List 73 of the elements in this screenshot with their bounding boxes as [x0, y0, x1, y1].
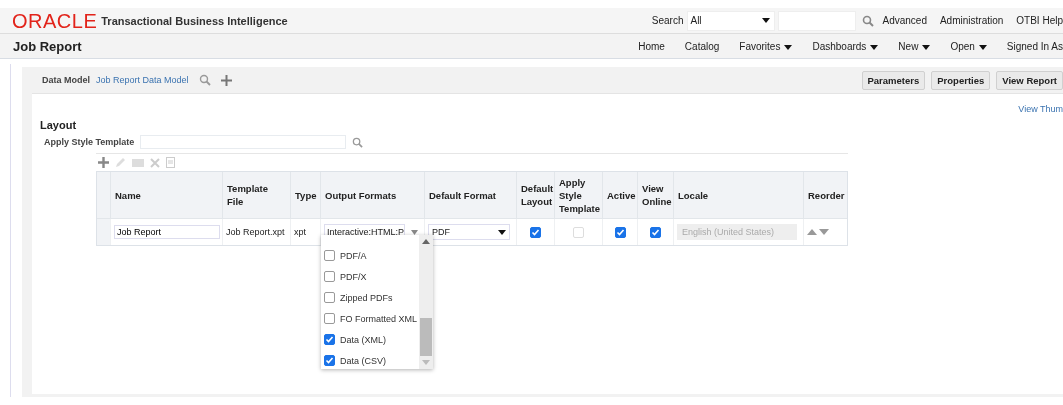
move-up-icon[interactable] [807, 229, 817, 235]
checkbox[interactable] [324, 250, 335, 261]
column-header: Apply Style Template [554, 172, 602, 218]
action-button[interactable]: View Report [996, 70, 1063, 90]
name-field[interactable]: Job Report [114, 225, 220, 239]
format-option[interactable]: Data (XML) [321, 329, 419, 350]
column-header: Locale [673, 172, 803, 218]
format-option[interactable]: Data (CSV) [321, 350, 419, 371]
nav-menu[interactable]: Dashboards [812, 40, 879, 52]
default-format-dropdown[interactable]: PDF [428, 224, 510, 240]
search-icon[interactable] [352, 136, 364, 148]
section-title: Layout [40, 119, 78, 131]
nav-menu[interactable]: Open [950, 40, 987, 52]
move-down-icon[interactable] [819, 229, 829, 235]
header-link[interactable]: OTBI Help [1016, 15, 1063, 26]
table-cell: xpt [294, 227, 306, 237]
format-option[interactable]: PDF/A [321, 245, 419, 266]
column-header: Default Format [424, 172, 516, 218]
caret-icon[interactable] [870, 44, 879, 50]
column-header: Active [602, 172, 637, 218]
search-icon[interactable] [862, 14, 875, 27]
table-cell: Job Report.xpt [226, 227, 285, 237]
action-button[interactable]: Properties [931, 70, 991, 90]
view-thumbnails-link[interactable]: View Thum [1018, 104, 1063, 118]
header-link[interactable]: Administration [939, 15, 1004, 26]
data-model-link[interactable]: Job Report Data Model [96, 75, 189, 85]
format-option[interactable]: Zipped PDFs [321, 287, 419, 308]
delete-icon[interactable] [150, 157, 160, 168]
scroll-down-icon[interactable] [422, 360, 430, 365]
caret-icon[interactable] [784, 44, 793, 50]
column-header: View Online [637, 172, 673, 218]
nav-menu[interactable]: Favorites [739, 40, 793, 52]
locale-field: English (United States) [677, 224, 797, 240]
column-header: Name [110, 172, 222, 218]
checkbox[interactable] [324, 271, 335, 282]
oracle-logo: ORACLE [12, 10, 98, 31]
nav-menu[interactable]: Signed In As [1006, 40, 1063, 52]
nav-menu[interactable]: Home [638, 40, 665, 52]
scroll-thumb[interactable] [420, 318, 432, 356]
nav-menu[interactable]: Catalog [684, 40, 720, 52]
search-label: Search [651, 15, 684, 26]
checkbox[interactable] [530, 226, 541, 238]
checkbox[interactable] [614, 226, 626, 238]
checkbox[interactable] [324, 334, 335, 345]
header-link[interactable]: Advanced [882, 15, 927, 26]
add-icon[interactable] [98, 157, 109, 168]
checkbox[interactable] [324, 313, 335, 324]
format-option[interactable]: FO Formatted XML [321, 308, 419, 329]
nav-menu[interactable]: New [898, 40, 931, 52]
product-name: Transactional Business Intelligence [101, 14, 288, 27]
style-template-label: Apply Style Template [44, 137, 135, 147]
caret-icon[interactable] [498, 229, 506, 235]
action-button[interactable]: Parameters [861, 70, 926, 90]
column-header: Template File [222, 172, 290, 218]
caret-icon[interactable] [762, 18, 771, 23]
search-icon[interactable] [198, 74, 211, 86]
search-scope-dropdown[interactable]: All [687, 10, 776, 31]
data-model-label: Data Model [42, 75, 90, 85]
checkbox[interactable] [650, 226, 661, 238]
column-header: Default Layout [516, 172, 554, 218]
column-header: Reorder [803, 172, 847, 218]
column-header: Type [290, 172, 320, 218]
caret-icon[interactable] [978, 44, 987, 50]
scrollbar[interactable] [419, 235, 433, 369]
format-option[interactable]: PDF/X [321, 266, 419, 287]
column-header: Output Formats [320, 172, 424, 218]
caret-icon[interactable] [922, 44, 931, 50]
scroll-up-icon[interactable] [422, 239, 430, 244]
add-icon[interactable] [220, 74, 232, 86]
checkbox[interactable] [324, 355, 335, 366]
page-title: Job Report [13, 38, 82, 54]
checkbox[interactable] [324, 292, 335, 303]
document-icon[interactable] [166, 157, 175, 168]
